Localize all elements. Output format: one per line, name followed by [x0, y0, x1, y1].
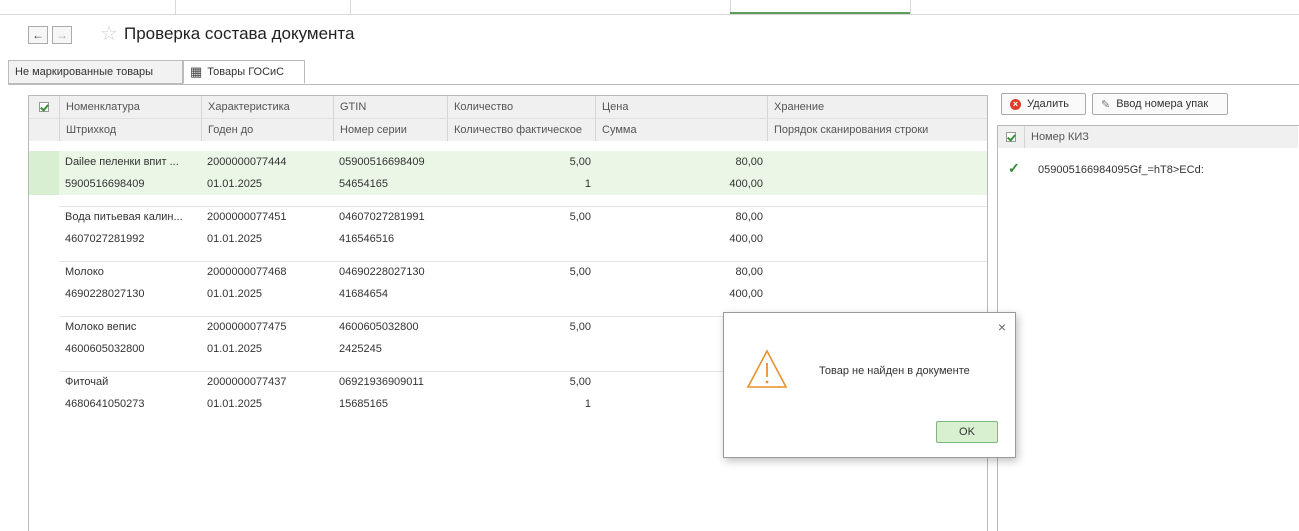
tab-unmarked-goods[interactable]: Не маркированные товары	[8, 60, 183, 84]
column-header[interactable]: Характеристика	[201, 96, 333, 118]
ok-button[interactable]: OK	[936, 421, 998, 443]
cell-gtin[interactable]: 04690228027130	[339, 261, 444, 283]
column-header[interactable]: Номер КИЗ	[1024, 126, 1298, 148]
cell-gtin[interactable]: 05900516698409	[339, 151, 444, 173]
cell-name[interactable]: Dailee пеленки впит ...	[65, 151, 193, 173]
cell-series[interactable]: 15685165	[339, 393, 444, 415]
input-pack-label: Ввод номера упак	[1116, 98, 1209, 110]
kiz-item[interactable]: 059005166984095Gf_=hT8>ECd:	[1038, 159, 1293, 181]
column-header[interactable]: Штрихкод	[59, 119, 201, 141]
dialog-message: Товар не найден в документе	[819, 365, 970, 377]
column-header[interactable]: Номенклатура	[59, 96, 201, 118]
table-header-row: Номенклатура Характеристика GTIN Количес…	[29, 96, 987, 118]
active-tab-indicator	[730, 12, 910, 14]
top-strip-segment[interactable]	[175, 0, 351, 14]
column-header[interactable]: Количество	[447, 96, 595, 118]
cell-name[interactable]: Молоко вепис	[65, 316, 193, 338]
cell-characteristic[interactable]: 2000000077468	[207, 261, 327, 283]
top-tab-strip	[0, 0, 1299, 15]
cell-characteristic[interactable]: 2000000077475	[207, 316, 327, 338]
back-arrow-icon: ←	[32, 28, 44, 42]
column-header[interactable]: Хранение	[767, 96, 987, 118]
kiz-select-all-checkbox[interactable]	[1006, 132, 1016, 142]
cell-characteristic[interactable]: 2000000077451	[207, 206, 327, 228]
top-strip-segment[interactable]	[0, 0, 176, 14]
cell-barcode[interactable]: 4600605032800	[65, 338, 193, 360]
column-header[interactable]: Количество фактическое	[447, 119, 595, 141]
cell-characteristic[interactable]: 2000000077437	[207, 371, 327, 393]
warning-icon	[746, 349, 788, 388]
top-strip-segment[interactable]	[350, 0, 731, 14]
cell-qty[interactable]: 5,00	[449, 261, 591, 283]
cell-expiry[interactable]: 01.01.2025	[207, 173, 327, 195]
cell-barcode[interactable]: 5900516698409	[65, 173, 193, 195]
back-button[interactable]: ←	[28, 26, 48, 44]
pencil-icon: ✎	[1101, 98, 1111, 111]
cell-gtin[interactable]: 06921936909011	[339, 371, 444, 393]
select-all-checkbox[interactable]	[39, 102, 49, 112]
cell-price[interactable]: 80,00	[597, 206, 763, 228]
cell-barcode[interactable]: 4607027281992	[65, 228, 193, 250]
cell-sum[interactable]: 400,00	[597, 283, 763, 305]
cell-name[interactable]: Фиточай	[65, 371, 193, 393]
column-header[interactable]: Сумма	[595, 119, 767, 141]
cell-qty[interactable]: 5,00	[449, 316, 591, 338]
cell-expiry[interactable]: 01.01.2025	[207, 393, 327, 415]
cell-expiry[interactable]: 01.01.2025	[207, 338, 327, 360]
input-pack-number-button[interactable]: ✎ Ввод номера упак	[1092, 93, 1228, 115]
cell-gtin[interactable]: 4600605032800	[339, 316, 444, 338]
column-header[interactable]: Цена	[595, 96, 767, 118]
cell-qty-fact[interactable]: 1	[449, 393, 591, 415]
cell-gtin[interactable]: 04607027281991	[339, 206, 444, 228]
column-header[interactable]: GTIN	[333, 96, 447, 118]
forward-arrow-icon: →	[56, 28, 68, 42]
cell-expiry[interactable]: 01.01.2025	[207, 228, 327, 250]
tab-label: Товары ГОСиС	[207, 66, 285, 78]
forward-button[interactable]: →	[52, 26, 72, 44]
delete-icon: ×	[1010, 98, 1021, 110]
cell-expiry[interactable]: 01.01.2025	[207, 283, 327, 305]
check-icon: ✓	[1008, 160, 1020, 176]
row-marker	[29, 151, 59, 195]
cell-barcode[interactable]: 4690228027130	[65, 283, 193, 305]
cell-barcode[interactable]: 4680641050273	[65, 393, 193, 415]
cell-sum[interactable]: 400,00	[597, 173, 763, 195]
tab-divider	[8, 84, 1299, 85]
kiz-header-row: Номер КИЗ	[998, 126, 1298, 148]
cell-series[interactable]: 416546516	[339, 228, 444, 250]
table-header-row: Штрихкод Годен до Номер серии Количество…	[29, 118, 987, 141]
column-header[interactable]: Годен до	[201, 119, 333, 141]
cell-qty[interactable]: 5,00	[449, 206, 591, 228]
cell-series[interactable]: 41684654	[339, 283, 444, 305]
warning-dialog: × Товар не найден в документе OK	[723, 312, 1016, 458]
column-header[interactable]: Порядок сканирования строки	[767, 119, 987, 141]
delete-label: Удалить	[1027, 98, 1069, 110]
cell-price[interactable]: 80,00	[597, 261, 763, 283]
cell-qty-fact[interactable]: 1	[449, 173, 591, 195]
column-header[interactable]: Номер серии	[333, 119, 447, 141]
table-icon: ▦	[190, 64, 203, 79]
cell-qty[interactable]: 5,00	[449, 151, 591, 173]
page-title: Проверка состава документа	[124, 24, 355, 43]
delete-button[interactable]: × Удалить	[1001, 93, 1086, 115]
cell-sum[interactable]: 400,00	[597, 228, 763, 250]
favorite-star-icon[interactable]: ☆	[100, 23, 118, 45]
cell-series[interactable]: 54654165	[339, 173, 444, 195]
cell-price[interactable]: 80,00	[597, 151, 763, 173]
tab-gosis-goods[interactable]: ▦ Товары ГОСиС	[183, 60, 305, 84]
close-icon[interactable]: ×	[998, 319, 1006, 335]
cell-name[interactable]: Вода питьевая калин...	[65, 206, 193, 228]
cell-qty[interactable]: 5,00	[449, 371, 591, 393]
kiz-table[interactable]: Номер КИЗ ✓ 059005166984095Gf_=hT8>ECd:	[997, 125, 1299, 531]
cell-characteristic[interactable]: 2000000077444	[207, 151, 327, 173]
cell-name[interactable]: Молоко	[65, 261, 193, 283]
tab-label: Не маркированные товары	[15, 66, 154, 78]
cell-series[interactable]: 2425245	[339, 338, 444, 360]
